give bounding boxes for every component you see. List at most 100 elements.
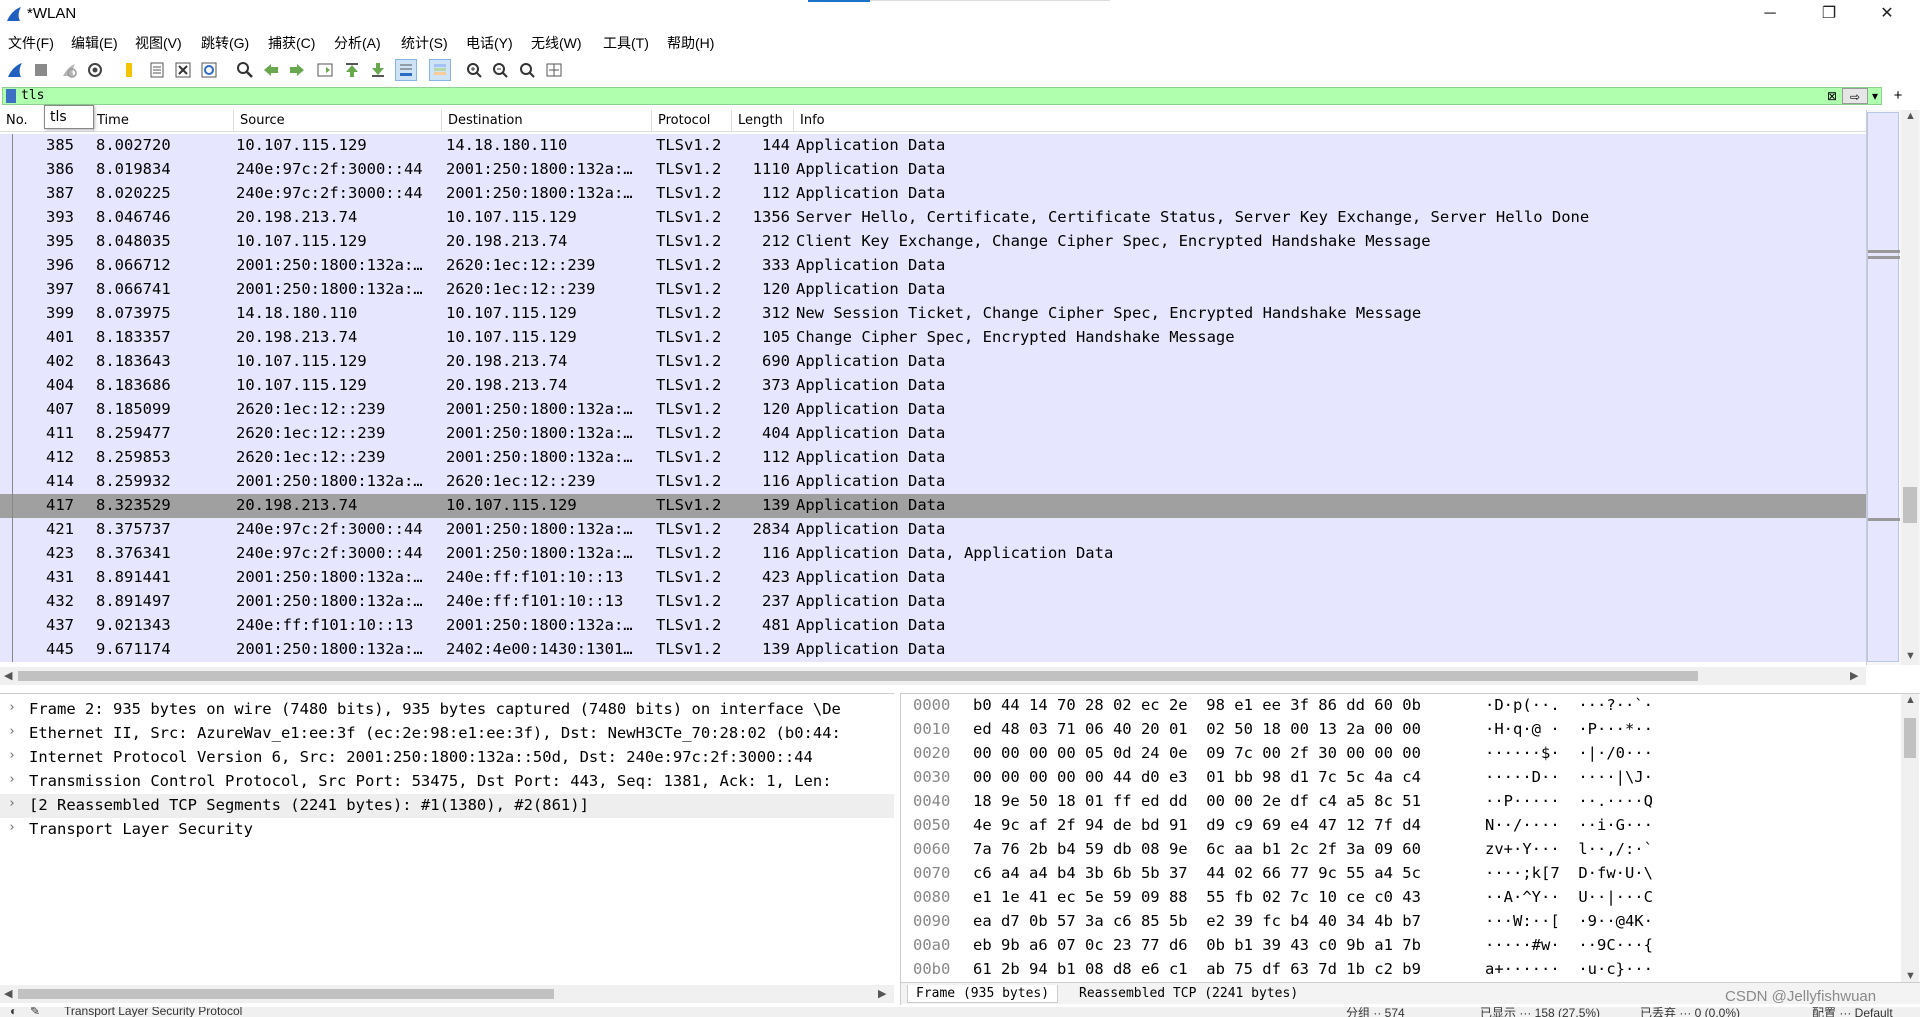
packet-row[interactable]: 386 8.019834 240e:97c:2f:3000::44 2001:250:…: [0, 158, 1866, 182]
packet-row[interactable]: 395 8.048035 10.107.115.129 20.198.213.74 TL…: [0, 230, 1866, 254]
expand-chevron-icon[interactable]: ›: [8, 724, 16, 739]
bytes-vertical-scrollbar[interactable]: ▲ ▼: [1901, 694, 1919, 984]
display-filter-input[interactable]: tls: [2, 87, 1882, 105]
find-icon[interactable]: [234, 59, 256, 81]
hexdump-line[interactable]: 00a0 eb 9b a6 07 0c 23 77 d6 0b b1 39 43 …: [901, 934, 1901, 958]
packet-row[interactable]: 385 8.002720 10.107.115.129 14.18.180.110 TL…: [0, 134, 1866, 158]
capture-options-icon[interactable]: [84, 59, 106, 81]
packet-row[interactable]: 393 8.046746 20.198.213.74 10.107.115.129 TL…: [0, 206, 1866, 230]
menu-capture[interactable]: 捕获(C): [268, 33, 315, 53]
hexdump-line[interactable]: 0070 c6 a4 a4 b4 3b 6b 5b 37 44 02 66 77 …: [901, 862, 1901, 886]
hexdump-line[interactable]: 0040 18 9e 50 18 01 ff ed dd 00 00 2e df …: [901, 790, 1901, 814]
details-tree-item[interactable]: › Ethernet II, Src: AzureWav_e1:ee:3f (ec…: [0, 722, 894, 746]
details-horizontal-scrollbar[interactable]: ◀ ▶: [0, 985, 894, 1003]
go-back-icon[interactable]: [260, 59, 282, 81]
packet-row[interactable]: 404 8.183686 10.107.115.129 20.198.213.74 TL…: [0, 374, 1866, 398]
menu-wireless[interactable]: 无线(W): [531, 33, 582, 53]
last-packet-icon[interactable]: [367, 59, 389, 81]
hexdump-line[interactable]: 0060 7a 76 2b b4 59 db 08 9e 6c aa b1 2c …: [901, 838, 1901, 862]
details-tree-item[interactable]: › Transmission Control Protocol, Src Port…: [0, 770, 894, 794]
hexdump-line[interactable]: 00b0 61 2b 94 b1 08 d8 e6 c1 ab 75 df 63 …: [901, 958, 1901, 982]
details-tree-item[interactable]: › Transport Layer Security: [0, 818, 894, 842]
zoom-out-icon[interactable]: [489, 59, 511, 81]
scroll-down-icon[interactable]: ▼: [1905, 970, 1916, 982]
scroll-left-icon[interactable]: ◀: [4, 669, 12, 682]
packet-row[interactable]: 401 8.183357 20.198.213.74 10.107.115.129 TL…: [0, 326, 1866, 350]
details-tree-item[interactable]: › Internet Protocol Version 6, Src: 2001:…: [0, 746, 894, 770]
close-file-icon[interactable]: [172, 59, 194, 81]
hexdump-line[interactable]: 0010 ed 48 03 71 06 40 20 01 02 50 18 00 …: [901, 718, 1901, 742]
packet-row[interactable]: 437 9.021343 240e:ff:f101:10::13 2001:250:1…: [0, 614, 1866, 638]
packet-row[interactable]: 402 8.183643 10.107.115.129 20.198.213.74 TL…: [0, 350, 1866, 374]
expand-chevron-icon[interactable]: ›: [8, 700, 16, 715]
filter-history-dropdown-icon[interactable]: ▾: [1868, 88, 1882, 104]
details-tree-item[interactable]: › [2 Reassembled TCP Segments (2241 bytes…: [0, 794, 894, 818]
colorize-icon[interactable]: [429, 59, 451, 81]
minimize-button[interactable]: ─: [1747, 0, 1793, 28]
column-destination[interactable]: Destination: [442, 110, 652, 132]
scroll-left-icon[interactable]: ◀: [4, 987, 12, 1000]
menu-tools[interactable]: 工具(T): [603, 33, 649, 53]
scrollbar-thumb[interactable]: [18, 989, 554, 999]
menu-analyze[interactable]: 分析(A): [334, 33, 381, 53]
reload-icon[interactable]: [198, 59, 220, 81]
column-protocol[interactable]: Protocol: [652, 110, 732, 132]
clear-filter-icon[interactable]: ⊠: [1824, 88, 1840, 104]
status-profile[interactable]: 配置 ··· Default: [1812, 1007, 1893, 1017]
packet-row[interactable]: 423 8.376341 240e:97c:2f:3000::44 2001:250:…: [0, 542, 1866, 566]
hexdump-line[interactable]: 0050 4e 9c af 2f 94 de bd 91 d9 c9 69 e4 …: [901, 814, 1901, 838]
packet-row[interactable]: 399 8.073975 14.18.180.110 10.107.115.129 TL…: [0, 302, 1866, 326]
scroll-right-icon[interactable]: ▶: [878, 987, 886, 1000]
column-time[interactable]: Time: [94, 110, 234, 132]
packet-list-vertical-scrollbar[interactable]: ▲ ▼: [1866, 110, 1920, 665]
column-source[interactable]: Source: [234, 110, 442, 132]
autocomplete-item[interactable]: tls: [50, 109, 67, 125]
scroll-right-icon[interactable]: ▶: [1850, 669, 1858, 682]
stop-icon[interactable]: [30, 59, 52, 81]
scroll-up-icon[interactable]: ▲: [1905, 110, 1916, 122]
filter-autocomplete-popup[interactable]: tls: [44, 105, 94, 129]
packet-row[interactable]: 396 8.066712 2001:250:1800:132a:… 2620:1ec:…: [0, 254, 1866, 278]
hexdump-line[interactable]: 0020 00 00 00 00 05 0d 24 0e 09 7c 00 2f …: [901, 742, 1901, 766]
restart-icon[interactable]: [58, 59, 80, 81]
packet-row[interactable]: 431 8.891441 2001:250:1800:132a:… 240e:ff:f…: [0, 566, 1866, 590]
hexdump-line[interactable]: 0030 00 00 00 00 00 44 d0 e3 01 bb 98 d1 …: [901, 766, 1901, 790]
expand-chevron-icon[interactable]: ›: [8, 820, 16, 835]
scrollbar-thumb[interactable]: [18, 671, 1698, 681]
packet-row[interactable]: 432 8.891497 2001:250:1800:132a:… 240e:ff:f…: [0, 590, 1866, 614]
tab-reassembled-tcp[interactable]: Reassembled TCP (2241 bytes): [1071, 985, 1306, 1003]
resize-columns-icon[interactable]: [543, 59, 565, 81]
menu-help[interactable]: 帮助(H): [667, 33, 714, 53]
maximize-button[interactable]: ❐: [1806, 0, 1852, 28]
scrollbar-track[interactable]: [1901, 110, 1919, 665]
menu-statistics[interactable]: 统计(S): [401, 33, 448, 53]
menu-telephony[interactable]: 电话(Y): [466, 33, 513, 53]
scroll-down-icon[interactable]: ▼: [1905, 650, 1916, 662]
tab-frame-bytes[interactable]: Frame (935 bytes): [907, 985, 1059, 1003]
hexdump-line[interactable]: 0090 ea d7 0b 57 3a c6 85 5b e2 39 fc b4 …: [901, 910, 1901, 934]
hexdump-line[interactable]: 0000 b0 44 14 70 28 02 ec 2e 98 e1 ee 3f …: [901, 694, 1901, 718]
scroll-up-icon[interactable]: ▲: [1905, 694, 1916, 706]
details-tree-item[interactable]: › Frame 2: 935 bytes on wire (7480 bits),…: [0, 698, 894, 722]
scrollbar-thumb[interactable]: [1903, 487, 1917, 523]
status-ready-icon[interactable]: ◐: [10, 1007, 17, 1017]
add-filter-button[interactable]: +: [1888, 88, 1908, 104]
menu-edit[interactable]: 编辑(E): [71, 33, 118, 53]
packet-row[interactable]: 411 8.259477 2620:1ec:12::239 2001:250:1800…: [0, 422, 1866, 446]
packet-minimap[interactable]: [1867, 112, 1900, 662]
hexdump-line[interactable]: 0080 e1 1e 41 ec 5e 59 09 88 55 fb 02 7c …: [901, 886, 1901, 910]
column-length[interactable]: Length: [732, 110, 794, 132]
packet-row[interactable]: 417 8.323529 20.198.213.74 10.107.115.129 TL…: [0, 494, 1866, 518]
apply-filter-icon[interactable]: ⇨: [1842, 88, 1868, 104]
packet-row[interactable]: 445 9.671174 2001:250:1800:132a:… 2402:4e00…: [0, 638, 1866, 662]
menu-go[interactable]: 跳转(G): [201, 33, 249, 53]
packet-row[interactable]: 397 8.066741 2001:250:1800:132a:… 2620:1ec:…: [0, 278, 1866, 302]
go-to-packet-icon[interactable]: [314, 59, 336, 81]
filter-bookmark-icon[interactable]: [6, 89, 16, 103]
zoom-in-icon[interactable]: [463, 59, 485, 81]
open-folder-icon[interactable]: [118, 59, 140, 81]
packet-row[interactable]: 421 8.375737 240e:97c:2f:3000::44 2001:250:…: [0, 518, 1866, 542]
menu-file[interactable]: 文件(F): [8, 33, 54, 53]
status-edit-icon[interactable]: ✎: [30, 1007, 40, 1017]
first-packet-icon[interactable]: [341, 59, 363, 81]
